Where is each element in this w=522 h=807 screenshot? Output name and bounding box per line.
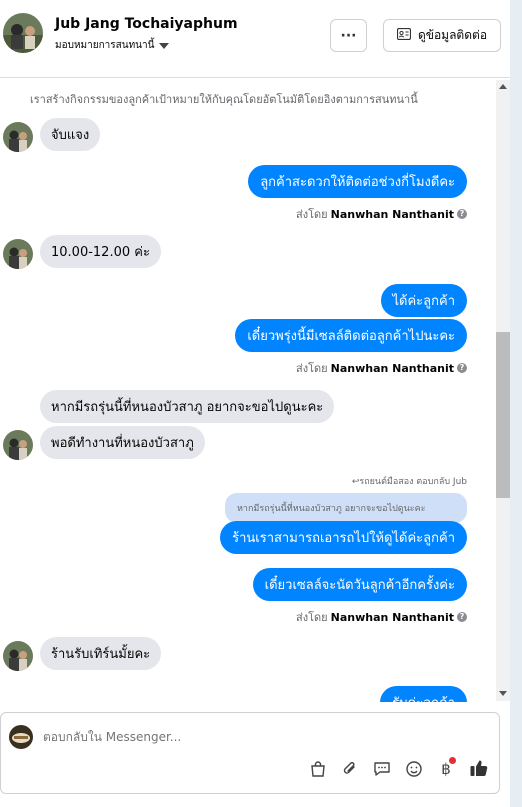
sent-by-prefix: ส่งโดย	[296, 611, 328, 624]
conversation-header: Jub Jang Tochaiyaphum มอบหมายการสนทนานี้…	[0, 0, 510, 78]
sender-name: Nanwhan Nanthanit	[330, 361, 454, 375]
sender-name: Nanwhan Nanthanit	[330, 610, 454, 624]
incoming-message[interactable]: หากมีรถรุ่นนี้ที่หนองบัวสาภู อยากจะขอไปด…	[40, 390, 335, 423]
view-contact-info-button[interactable]: ดูข้อมูลติดต่อ	[383, 19, 501, 52]
outgoing-message[interactable]: เดี๋ยวเซลล์จะนัดวันลูกค้าอีกครั้งค่ะ	[252, 568, 467, 601]
contact-info-label: ดูข้อมูลติดต่อ	[417, 28, 488, 42]
thumbs-up-icon[interactable]	[468, 757, 490, 779]
reply-composer: ฿	[0, 712, 500, 794]
saved-reply-icon[interactable]	[371, 758, 393, 780]
contact-avatar-small	[3, 239, 33, 269]
incoming-message[interactable]: จับแจง	[40, 118, 101, 151]
help-icon[interactable]: ?	[457, 612, 467, 622]
attachment-icon[interactable]	[339, 758, 361, 780]
contact-name[interactable]: Jub Jang Tochaiyaphum	[55, 16, 238, 32]
more-options-button[interactable]: ···	[330, 19, 367, 52]
outgoing-message[interactable]: รับค่ะลูกค้า	[380, 686, 467, 702]
scroll-up-arrow-icon[interactable]	[499, 84, 507, 89]
page-avatar	[9, 725, 33, 749]
notification-dot	[449, 757, 456, 764]
contact-avatar[interactable]	[3, 13, 43, 53]
scroll-down-arrow-icon[interactable]	[499, 691, 507, 696]
emoji-icon[interactable]	[403, 758, 425, 780]
sent-by-label: ส่งโดย Nanwhan Nanthanit ?	[296, 608, 467, 626]
incoming-message[interactable]: พอดีทำงานที่หนองบัวสาภู	[40, 426, 205, 459]
incoming-message[interactable]: 10.00-12.00 ค่ะ	[40, 235, 161, 268]
message-scrollbar-thumb[interactable]	[496, 332, 510, 498]
sent-by-label: ส่งโดย Nanwhan Nanthanit ?	[296, 205, 467, 223]
reply-input[interactable]	[43, 730, 343, 744]
caret-down-icon	[159, 42, 170, 49]
help-icon[interactable]: ?	[457, 363, 467, 373]
sent-by-prefix: ส่งโดย	[296, 362, 328, 375]
sender-name: Nanwhan Nanthanit	[330, 207, 454, 221]
sent-by-label: ส่งโดย Nanwhan Nanthanit ?	[296, 359, 467, 377]
quoted-message[interactable]: หากมีรถรุ่นนี้ที่หนองบัวสาภู อยากจะขอไปด…	[225, 493, 467, 523]
outgoing-message[interactable]: ลูกค้าสะดวกให้ติดต่อช่วงกี่โมงดีคะ	[248, 165, 467, 198]
contact-card-icon	[396, 27, 412, 43]
outgoing-message[interactable]: ได้ค่ะลูกค้า	[380, 284, 467, 317]
contact-avatar-small	[3, 641, 33, 671]
conversation-panel: Jub Jang Tochaiyaphum มอบหมายการสนทนานี้…	[0, 0, 510, 807]
sent-by-prefix: ส่งโดย	[296, 208, 328, 221]
outgoing-message[interactable]: ร้านเราสามารถเอารถไปให้ดูได้ค่ะลูกค้า	[220, 521, 467, 554]
shopping-bag-icon[interactable]	[307, 758, 329, 780]
help-icon[interactable]: ?	[457, 209, 467, 219]
incoming-message[interactable]: ร้านรับเทิร์นมั้ยคะ	[40, 637, 162, 670]
outgoing-message[interactable]: เดี๋ยวพรุ่งนี้มีเซลล์ติดต่อลูกค้าไปนะคะ	[235, 319, 467, 352]
contact-avatar-small	[3, 122, 33, 152]
reply-context-label: ↩รถยนต์มือสอง ตอบกลับ Jub	[351, 477, 467, 487]
assign-label: มอบหมายการสนทนานี้	[55, 40, 155, 51]
contact-avatar-small	[3, 430, 33, 460]
assign-conversation-dropdown[interactable]: มอบหมายการสนทนานี้	[55, 38, 170, 53]
clipped-message-area: รับค่ะลูกค้า	[0, 684, 496, 702]
baht-payment-icon[interactable]: ฿	[435, 757, 457, 780]
system-note: เราสร้างกิจกรรมของลูกค้าเป้าหมายให้กับคุ…	[30, 93, 418, 106]
